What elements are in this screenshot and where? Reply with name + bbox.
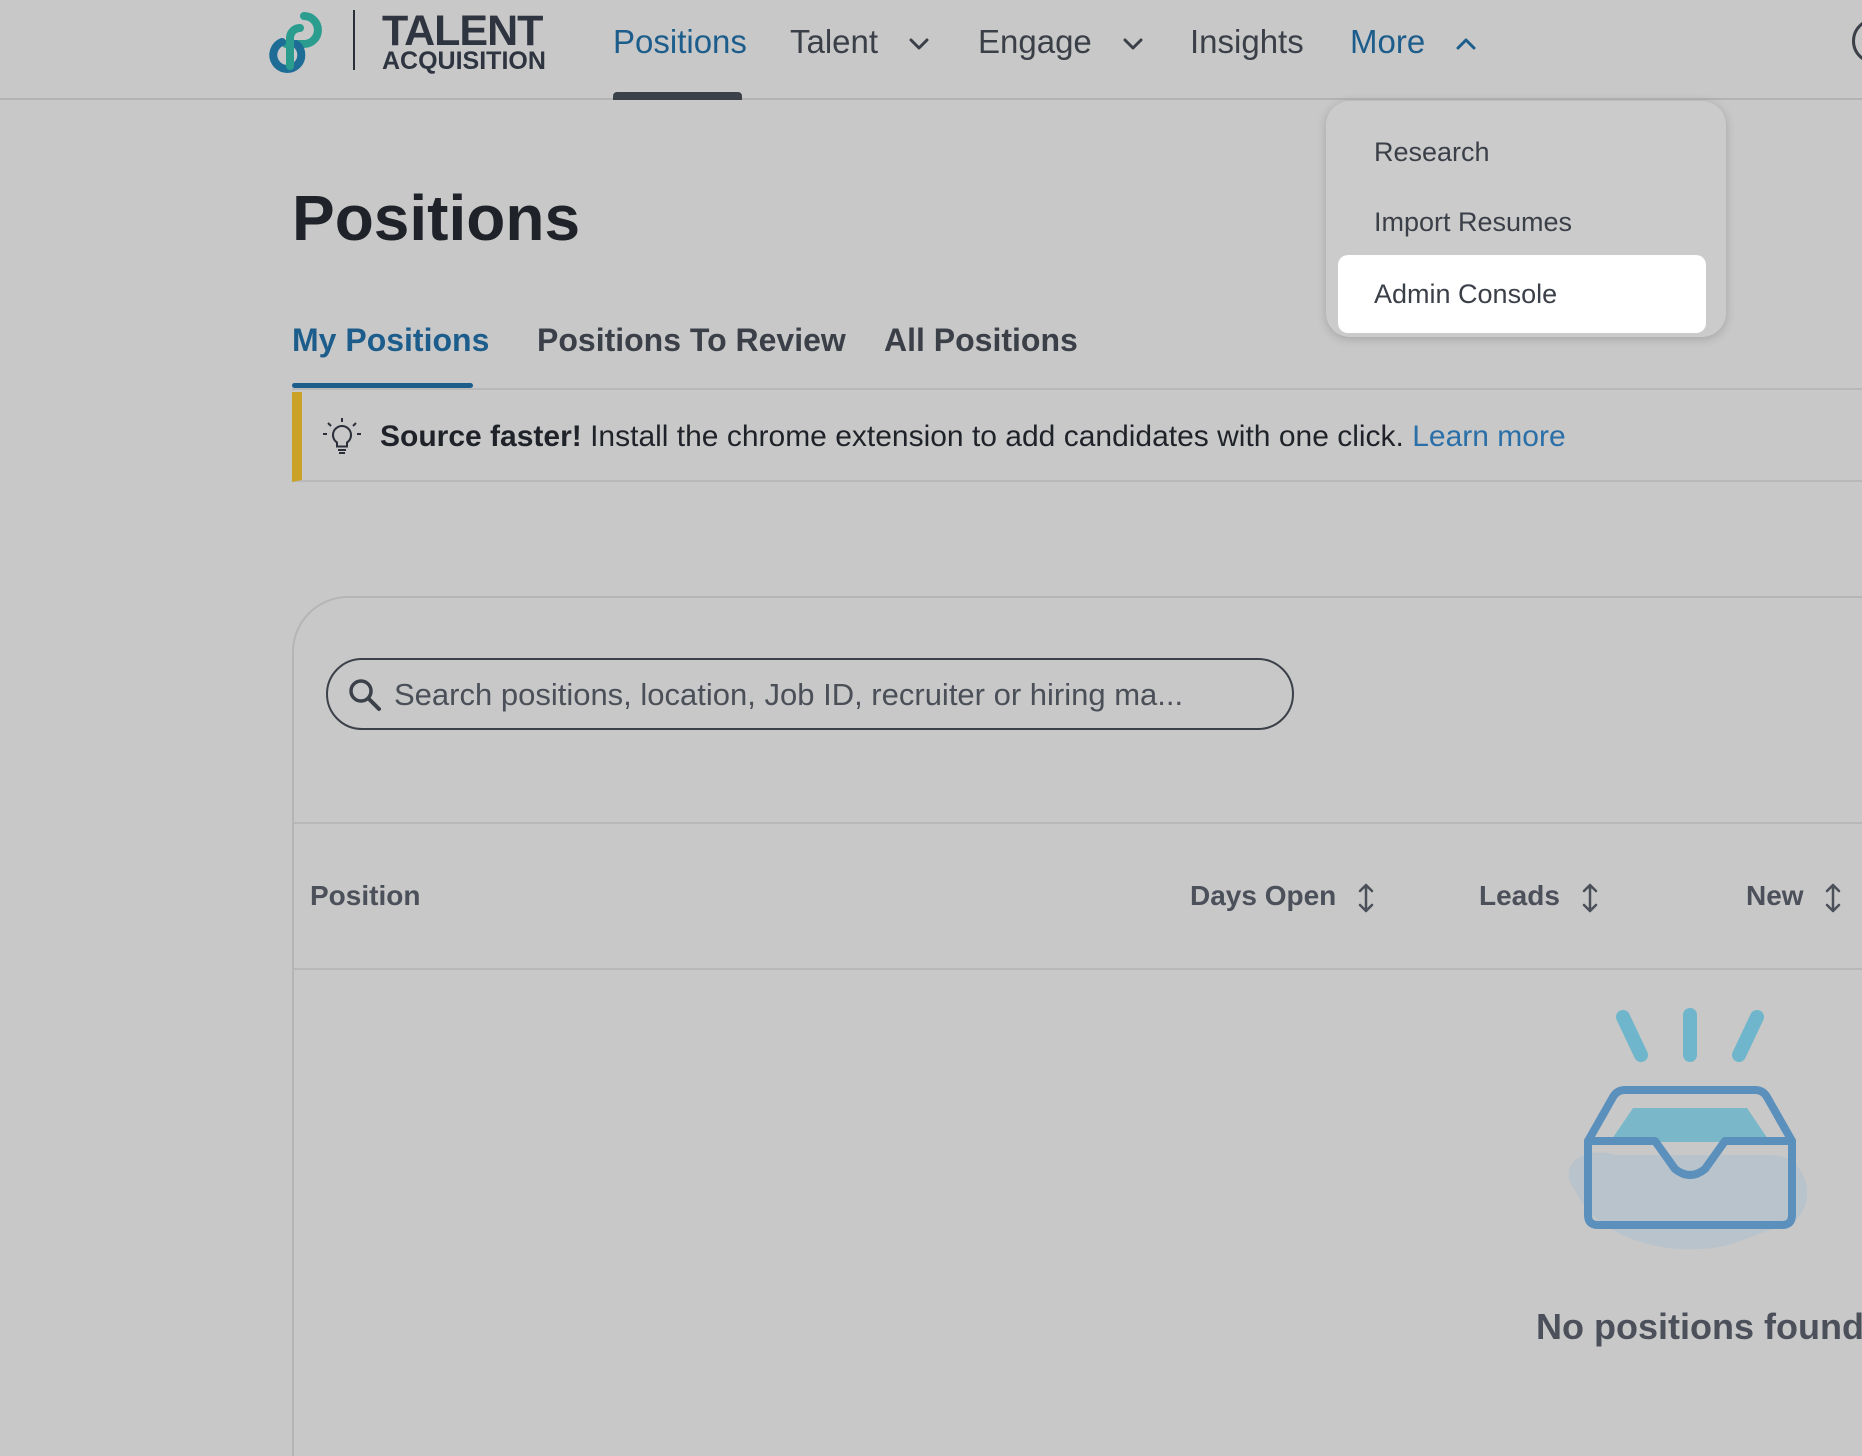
sort-icon	[1826, 883, 1841, 912]
learn-more-link[interactable]: Learn more	[1412, 420, 1565, 453]
nav-positions-label: Positions	[613, 23, 747, 60]
nav-engage[interactable]: Engage	[978, 20, 1143, 64]
brand-logo-text[interactable]: TALENT ACQUISITION	[382, 10, 546, 74]
tab-all-positions[interactable]: All Positions	[884, 318, 1078, 362]
brand-name-line2: ACQUISITION	[382, 47, 546, 75]
column-header-label: Leads	[1479, 880, 1560, 911]
nav-more-label: More	[1350, 23, 1426, 60]
lightbulb-icon	[323, 418, 361, 454]
table-header-bottom-divider	[294, 968, 1862, 970]
empty-inbox-icon	[1568, 1008, 1808, 1250]
nav-talent-label: Talent	[790, 23, 879, 60]
nav-talent[interactable]: Talent	[790, 20, 929, 64]
logo-divider	[353, 10, 355, 70]
tabs-divider	[292, 388, 1862, 390]
menu-item-research[interactable]: Research	[1338, 113, 1706, 191]
user-avatar[interactable]	[1852, 18, 1862, 64]
search-icon	[349, 679, 381, 711]
nav-more[interactable]: More	[1350, 20, 1476, 64]
more-dropdown-menu: Research Import Resumes Admin Console	[1326, 101, 1726, 337]
nav-insights-label: Insights	[1190, 23, 1304, 60]
column-header-label: Position	[310, 880, 421, 911]
active-nav-indicator	[613, 92, 742, 100]
banner-message: Source faster! Install the chrome extens…	[380, 392, 1566, 482]
tab-positions-to-review[interactable]: Positions To Review	[537, 318, 846, 362]
column-header-leads[interactable]: Leads	[1479, 874, 1598, 918]
nav-positions[interactable]: Positions	[613, 20, 747, 64]
nav-insights[interactable]: Insights	[1190, 20, 1304, 64]
sort-icon	[1582, 883, 1597, 912]
chevron-down-icon	[1123, 38, 1143, 50]
nav-engage-label: Engage	[978, 23, 1092, 60]
column-header-position[interactable]: Position	[310, 874, 420, 918]
banner-bold-text: Source faster!	[380, 420, 582, 453]
column-header-label: New	[1746, 880, 1804, 911]
chrome-extension-banner: Source faster! Install the chrome extens…	[292, 392, 1862, 482]
top-navigation-bar: TALENT ACQUISITION Positions Talent Enga…	[0, 0, 1862, 100]
column-header-label: Days Open	[1190, 880, 1337, 911]
sort-icon	[1358, 883, 1374, 912]
menu-item-admin-console[interactable]: Admin Console	[1338, 255, 1706, 333]
infinity-loop-icon[interactable]	[260, 8, 330, 78]
column-header-days-open[interactable]: Days Open	[1190, 874, 1374, 918]
chevron-down-icon	[909, 38, 929, 50]
menu-item-import-resumes[interactable]: Import Resumes	[1338, 183, 1706, 261]
page-title: Positions	[292, 182, 581, 254]
positions-search-box[interactable]	[326, 658, 1294, 730]
table-header-top-divider	[294, 822, 1862, 824]
tab-my-positions[interactable]: My Positions	[292, 318, 489, 362]
banner-body-text: Install the chrome extension to add cand…	[581, 420, 1413, 453]
empty-state-message: No positions found	[1536, 1306, 1862, 1347]
column-header-new[interactable]: New	[1746, 874, 1841, 918]
search-input[interactable]	[392, 666, 1276, 724]
chevron-up-icon	[1456, 38, 1476, 50]
